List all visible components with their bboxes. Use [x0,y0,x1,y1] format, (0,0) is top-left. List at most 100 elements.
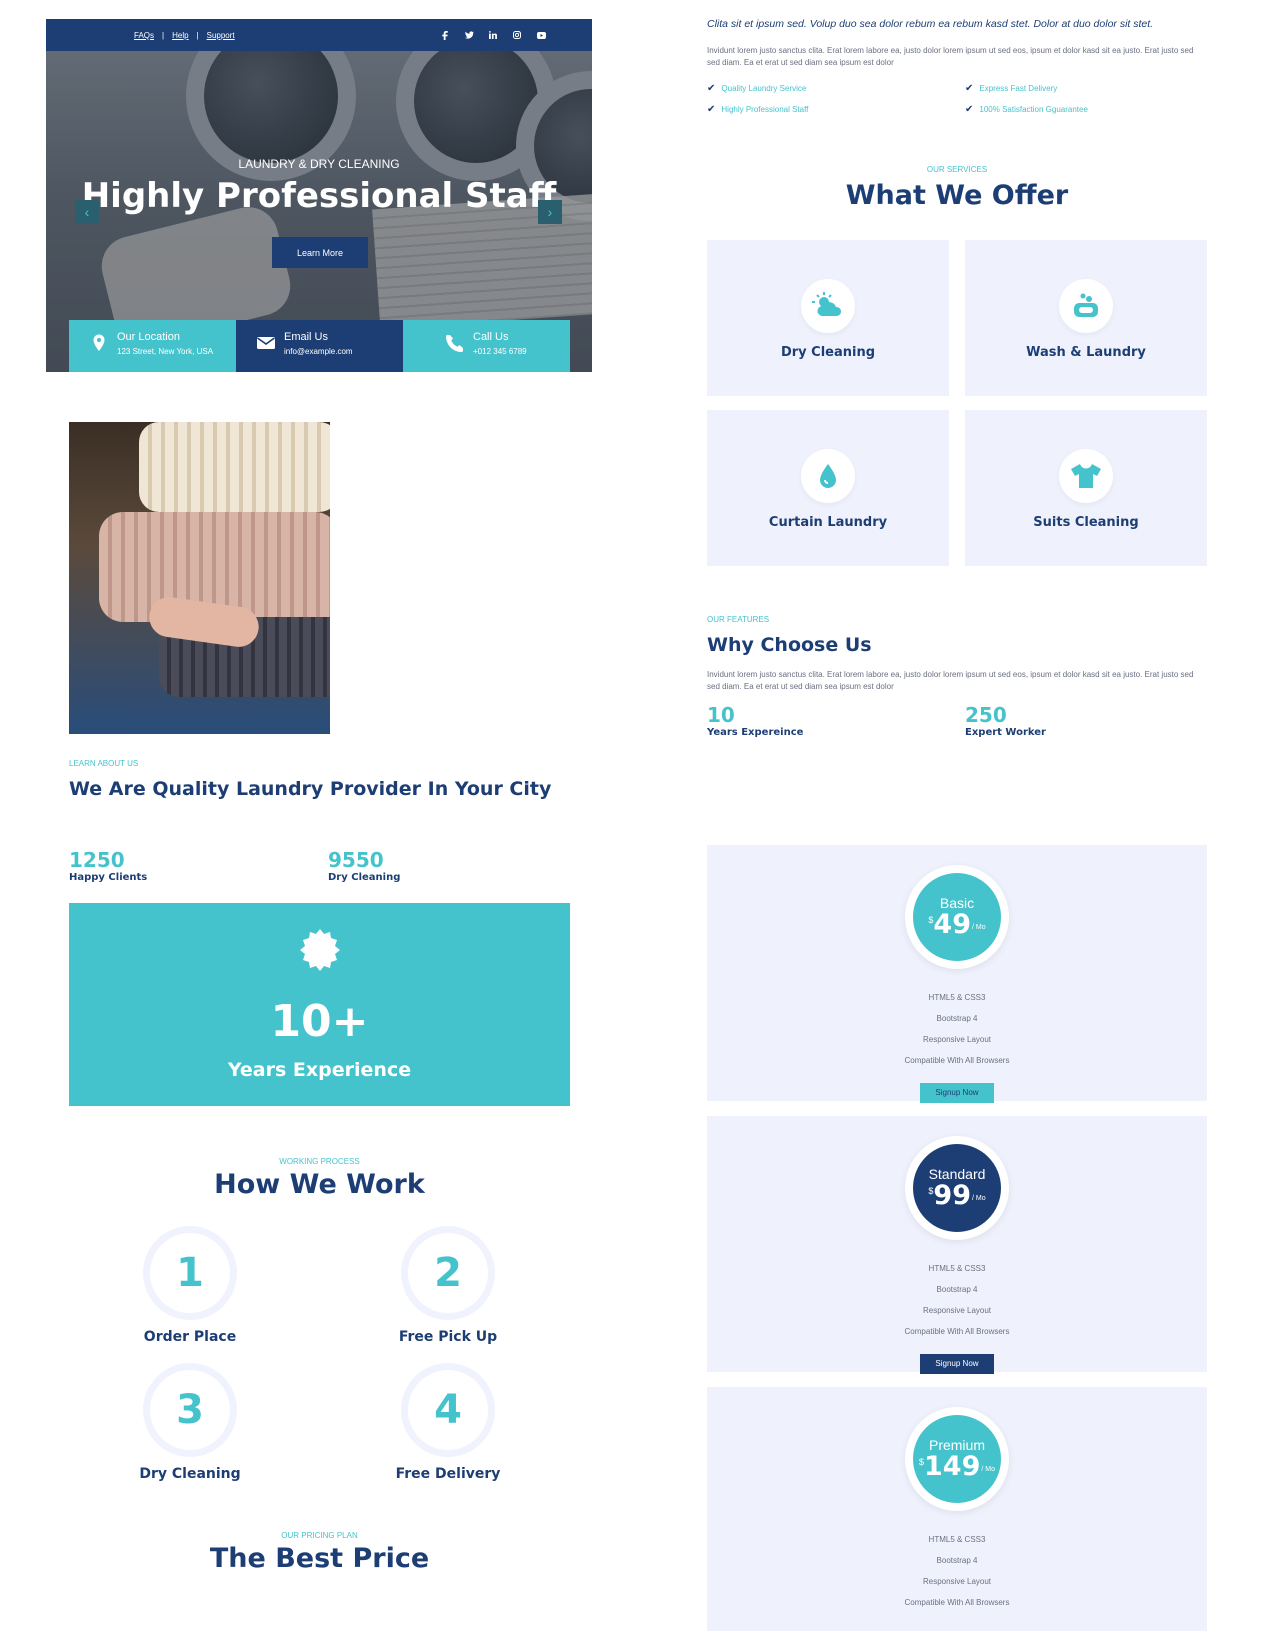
process-heading: How We Work [214,1169,425,1200]
facebook-icon[interactable] [438,28,452,42]
step-number: 4 [408,1370,488,1450]
plan-price: $ 49 / Mo [928,911,985,939]
twitter-icon[interactable] [462,28,476,42]
plan-period: / Mo [981,1466,995,1473]
plan-card-premium: Premium $ 149 / Mo HTML5 & CSS3 Bootstra… [707,1387,1207,1631]
plan-period: / Mo [971,924,986,931]
check-label: Express Fast Delivery [979,84,1058,93]
pricing-eyebrow: OUR PRICING PLAN [281,1531,358,1540]
process-eyebrow: WORKING PROCESS [279,1157,360,1166]
experience-number: 10+ [270,996,369,1047]
plan-card-standard: Standard $ 99 / Mo HTML5 & CSS3 Bootstra… [707,1116,1207,1374]
folded-sweaters-image [69,422,330,734]
stat-label: Years Expereince [707,727,804,738]
plan-badge: Premium $ 149 / Mo [905,1407,1009,1511]
plan-card-basic: Basic $ 49 / Mo HTML5 & CSS3 Bootstrap 4… [707,845,1207,1103]
plan-amount: 149 [924,1451,981,1482]
plan-feature: Bootstrap 4 [936,1014,978,1023]
plan-price: $ 149 / Mo [919,1453,995,1481]
faqs-link[interactable]: FAQs [134,31,154,40]
hero-subtitle: LAUNDRY & DRY CLEANING [238,157,400,171]
experience-label: Years Experience [227,1059,412,1081]
process-step: 2 Free Pick Up [358,1233,538,1345]
water-drop-icon [801,449,855,503]
plan-badge: Standard $ 99 / Mo [905,1136,1009,1240]
help-link[interactable]: Help [172,31,188,40]
check-label: Quality Laundry Service [721,84,807,93]
stat-number: 250 [965,703,1007,727]
process-step: 4 Free Delivery [358,1370,538,1482]
carousel-prev-button[interactable]: ‹ [75,200,99,224]
contact-value[interactable]: info@example.com [284,347,353,356]
carousel-next-button[interactable]: › [538,200,562,224]
top-links: FAQs | Help | Support [134,19,235,51]
check-item: ✔ Highly Professional Staff [707,104,808,115]
plan-amount: 99 [933,1180,971,1211]
link-separator: | [162,30,165,40]
plan-price-disc: Premium $ 149 / Mo [913,1415,1001,1503]
learn-more-button[interactable]: Learn More [272,237,368,268]
support-link[interactable]: Support [207,31,235,40]
stat-label: Dry Cleaning [328,872,401,883]
check-item: ✔ Express Fast Delivery [965,83,1057,94]
step-label: Order Place [143,1329,237,1345]
linkedin-icon[interactable] [486,28,500,42]
services-eyebrow: OUR SERVICES [926,165,988,174]
stat-dry-cleaning: 9550 Dry Cleaning [328,848,400,883]
plan-feature: Compatible With All Browsers [904,1327,1010,1336]
service-card[interactable]: Curtain Laundry [707,410,949,566]
about-eyebrow: LEARN ABOUT US [69,759,139,768]
plan-amount: 49 [933,909,971,940]
step-number: 2 [408,1233,488,1313]
about-heading: We Are Quality Laundry Provider In Your … [69,778,552,800]
signup-button[interactable]: Signup Now [920,1083,994,1103]
service-label: Suits Cleaning [1033,515,1139,530]
check-item: ✔ 100% Satisfaction Gguarantee [965,104,1088,115]
plan-price-disc: Basic $ 49 / Mo [913,873,1001,961]
signup-button[interactable]: Signup Now [920,1354,994,1374]
plan-feature: Bootstrap 4 [936,1285,978,1294]
process-step: 1 Order Place [100,1233,280,1345]
service-card[interactable]: Suits Cleaning [965,410,1207,566]
check-icon: ✔ [965,104,974,115]
contact-title: Our Location [117,331,180,343]
soap-icon [1059,279,1113,333]
map-pin-icon [93,334,105,351]
stat-number: 1250 [69,848,125,872]
plan-feature: Compatible With All Browsers [904,1598,1010,1607]
tshirt-icon [1059,449,1113,503]
service-card[interactable]: Wash & Laundry [965,240,1207,396]
features-body: Invidunt lorem justo sanctus clita. Erat… [707,670,1194,691]
stat-workers: 250 Expert Worker [965,703,1046,738]
plan-feature: Responsive Layout [922,1035,992,1044]
plan-features: HTML5 & CSS3 Bootstrap 4 Responsive Layo… [707,1258,1207,1342]
check-item: ✔ Quality Laundry Service [707,83,806,94]
top-bar: FAQs | Help | Support [46,19,592,51]
social-links [438,19,548,51]
youtube-icon[interactable] [534,28,548,42]
stat-number: 10 [707,703,735,727]
step-label: Dry Cleaning [139,1466,241,1482]
check-icon: ✔ [965,83,974,94]
service-label: Dry Cleaning [780,345,876,360]
pricing-heading: The Best Price [209,1543,430,1574]
stat-happy-clients: 1250 Happy Clients [69,848,147,883]
contact-title: Email Us [284,331,329,343]
step-number: 3 [150,1370,230,1450]
instagram-icon[interactable] [510,28,524,42]
phone-icon [446,335,463,352]
hero-title: Highly Professional Staff [81,176,557,216]
step-label: Free Delivery [395,1466,501,1482]
contact-value: 123 Street, New York, USA [117,347,214,356]
service-card[interactable]: Dry Cleaning [707,240,949,396]
check-icon: ✔ [707,104,716,115]
plan-feature: HTML5 & CSS3 [928,1264,986,1273]
contact-email: Email Us info@example.com [236,320,403,372]
contact-location: Our Location 123 Street, New York, USA [69,320,236,372]
services-heading: What We Offer [845,180,1069,211]
plan-feature: Responsive Layout [922,1577,992,1586]
step-label: Free Pick Up [398,1329,498,1345]
stat-number: 9550 [328,848,384,872]
contact-value[interactable]: +012 345 6789 [473,347,527,356]
contact-phone: Call Us +012 345 6789 [403,320,570,372]
